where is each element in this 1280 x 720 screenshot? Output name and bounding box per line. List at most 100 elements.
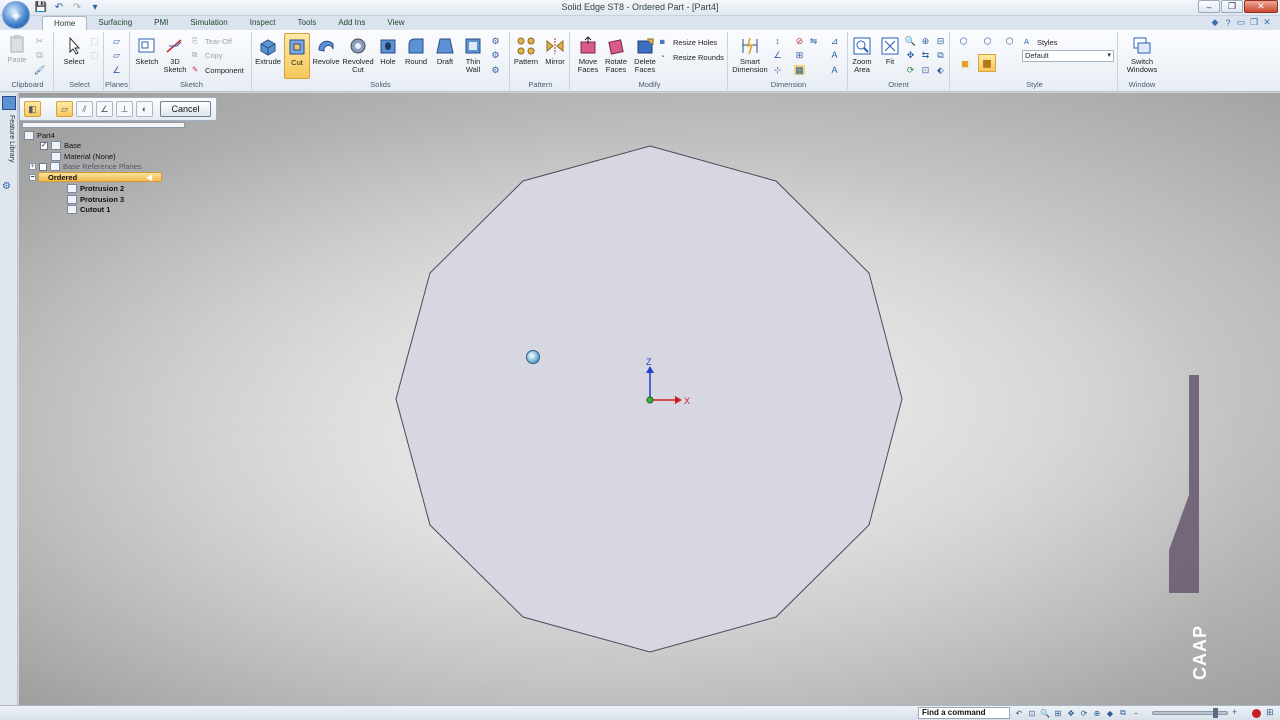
pathfinder-tab[interactable] (2, 96, 16, 110)
thin-wall-button[interactable]: Thin Wall (460, 36, 486, 74)
tab-view[interactable]: View (376, 16, 415, 30)
coordinate-dimension-icon[interactable]: ⊹ (772, 65, 783, 75)
tab-add-ins[interactable]: Add Ins (327, 16, 376, 30)
pathfinder-scrollbar[interactable] (22, 122, 185, 128)
rotate-view-icon[interactable]: ⟳ (905, 65, 916, 75)
tree-item-base[interactable]: ✓ Base (40, 141, 81, 150)
pattern-button[interactable]: Pattern (512, 36, 540, 66)
hole-button[interactable]: Hole (376, 36, 400, 66)
style-dropdown[interactable]: Default ▾ (1022, 50, 1114, 62)
cancel-button[interactable]: Cancel (160, 101, 211, 117)
angular-coordinate-icon[interactable]: ⊞ (794, 50, 805, 60)
rollback-arrow-icon[interactable]: ◀ (146, 173, 152, 182)
tear-off-button[interactable]: ⎘ Tear-Off (192, 36, 232, 46)
named-views-icon[interactable]: ⊟ (935, 36, 946, 46)
select-tool-icon[interactable]: ⬚ (89, 36, 100, 46)
zoom-area-status-icon[interactable]: ⊡ (1027, 708, 1037, 718)
revolve-button[interactable]: Revolve (312, 36, 340, 66)
component-button[interactable]: ✎ Component (192, 65, 244, 75)
angled-plane-icon[interactable]: ∠ (96, 101, 113, 117)
tree-item-ordered[interactable]: − Ordered (29, 173, 77, 182)
fit-status-icon[interactable]: ⊞ (1053, 708, 1063, 718)
tab-inspect[interactable]: Inspect (239, 16, 287, 30)
paste-button[interactable]: Paste (6, 34, 28, 64)
cut-button[interactable]: Cut (284, 33, 310, 79)
mirror-button[interactable]: Mirror (541, 36, 569, 66)
visible-edges-icon[interactable]: ⬡ (1004, 36, 1015, 46)
coincident-plane-icon[interactable]: ▱ (56, 101, 73, 117)
pan-status-icon[interactable]: ✥ (1066, 708, 1076, 718)
tree-item-cutout-1[interactable]: Cutout 1 (67, 205, 110, 214)
view-orient-icon[interactable]: ⊕ (920, 36, 931, 46)
close-button[interactable]: ✕ (1244, 0, 1278, 13)
tab-surfacing[interactable]: Surfacing (87, 16, 143, 30)
shaded-status-icon[interactable]: ◆ (1105, 708, 1115, 718)
community-icon[interactable]: ◆ (1210, 17, 1220, 28)
zoom-icon[interactable]: 🔍 (905, 36, 916, 46)
tree-item-material[interactable]: Material (None) (51, 152, 116, 161)
draft-button[interactable]: Draft (432, 36, 458, 66)
distance-between-icon[interactable]: ↕ (772, 36, 783, 46)
tree-item-protrusion-3[interactable]: Protrusion 3 (67, 195, 124, 204)
sketch-button[interactable]: Sketch (134, 36, 160, 66)
back-icon[interactable]: ↶ (1014, 708, 1024, 718)
move-faces-button[interactable]: Move Faces (574, 36, 602, 74)
zoom-in-icon[interactable]: + (1232, 707, 1237, 717)
pan-icon[interactable]: ✥ (905, 50, 916, 60)
perpendicular-plane-icon[interactable]: ⊥ (116, 101, 133, 117)
switch-windows-button[interactable]: Switch Windows (1122, 36, 1162, 74)
symmetric-diameter-icon[interactable]: ⊘ (794, 36, 805, 46)
help-icon[interactable]: ? (1223, 17, 1233, 28)
revolved-cut-button[interactable]: Revolved Cut (342, 36, 374, 74)
extrude-button[interactable]: Extrude (254, 36, 282, 66)
expand-icon[interactable]: + (29, 163, 36, 170)
resize-holes-button[interactable]: ◙ Resize Holes (660, 37, 717, 47)
delete-faces-button[interactable]: Delete Faces (630, 36, 660, 74)
select-filter-icon[interactable]: ⬚ (89, 50, 100, 60)
plane-angle-icon[interactable]: ∠ (111, 65, 122, 75)
graphics-viewport[interactable]: Z X (19, 93, 1280, 705)
reference-planes-checkbox[interactable] (39, 162, 47, 171)
shaded-edges-icon[interactable]: ⬡ (982, 36, 993, 46)
styles-button[interactable]: A Styles (1024, 37, 1057, 47)
base-checkbox[interactable]: ✓ (40, 141, 48, 150)
record-icon[interactable] (1252, 709, 1261, 718)
add-body-icon[interactable]: ⚙ (490, 36, 501, 46)
ribbon-close-icon[interactable]: ✕ (1262, 17, 1272, 28)
cut-clipboard-icon[interactable]: ✂ (34, 36, 45, 46)
minimize-button[interactable]: – (1198, 0, 1220, 13)
view-cube-icon[interactable]: ⧉ (935, 50, 946, 60)
note-icon[interactable]: A (829, 65, 840, 75)
angle-between-icon[interactable]: ∠ (772, 50, 783, 60)
view-sheet-icon[interactable]: ⇆ (920, 50, 931, 60)
fit-button[interactable]: Fit (878, 36, 902, 66)
copy-clipboard-icon[interactable]: ⧉ (34, 50, 45, 60)
rotate-faces-button[interactable]: Rotate Faces (602, 36, 630, 74)
subtract-icon[interactable]: ⚙ (490, 65, 501, 75)
ribbon-restore-icon[interactable]: ❐ (1249, 17, 1259, 28)
zoom-out-icon[interactable]: − (1131, 708, 1141, 718)
named-views-status-icon[interactable]: ⧉ (1118, 708, 1128, 718)
tree-item-part[interactable]: Part4 (24, 131, 55, 140)
text-annotation-icon[interactable]: A (829, 50, 840, 60)
feature-library-tab[interactable]: Feature Library (3, 115, 15, 175)
find-command-input[interactable]: Find a command (918, 707, 1010, 719)
tab-pmi[interactable]: PMI (143, 16, 179, 30)
tree-item-protrusion-2[interactable]: Protrusion 2 (67, 184, 124, 193)
options-icon[interactable]: ⊞ (1266, 707, 1274, 718)
spin-about-icon[interactable]: ⬖ (935, 65, 946, 75)
restore-button[interactable]: ❐ (1221, 0, 1243, 13)
union-icon[interactable]: ⚙ (490, 50, 501, 60)
smart-dimension-button[interactable]: Smart Dimension (732, 36, 768, 74)
paint-icon[interactable]: 🖌 (34, 65, 45, 75)
resize-rounds-button[interactable]: ◔ Resize Rounds (660, 52, 724, 62)
application-button[interactable]: ◈ (2, 1, 30, 29)
view-orient-status-icon[interactable]: ⊕ (1092, 708, 1102, 718)
shaded-icon[interactable]: ⬡ (958, 36, 969, 46)
parallel-plane-icon[interactable]: ⫽ (76, 101, 93, 117)
dimension-style-icon[interactable]: ▦ (794, 65, 805, 75)
tab-tools[interactable]: Tools (287, 16, 328, 30)
part-paint-icon[interactable]: ■ (958, 56, 972, 71)
tab-simulation[interactable]: Simulation (179, 16, 238, 30)
zoom-area-button[interactable]: Zoom Area (848, 36, 876, 74)
